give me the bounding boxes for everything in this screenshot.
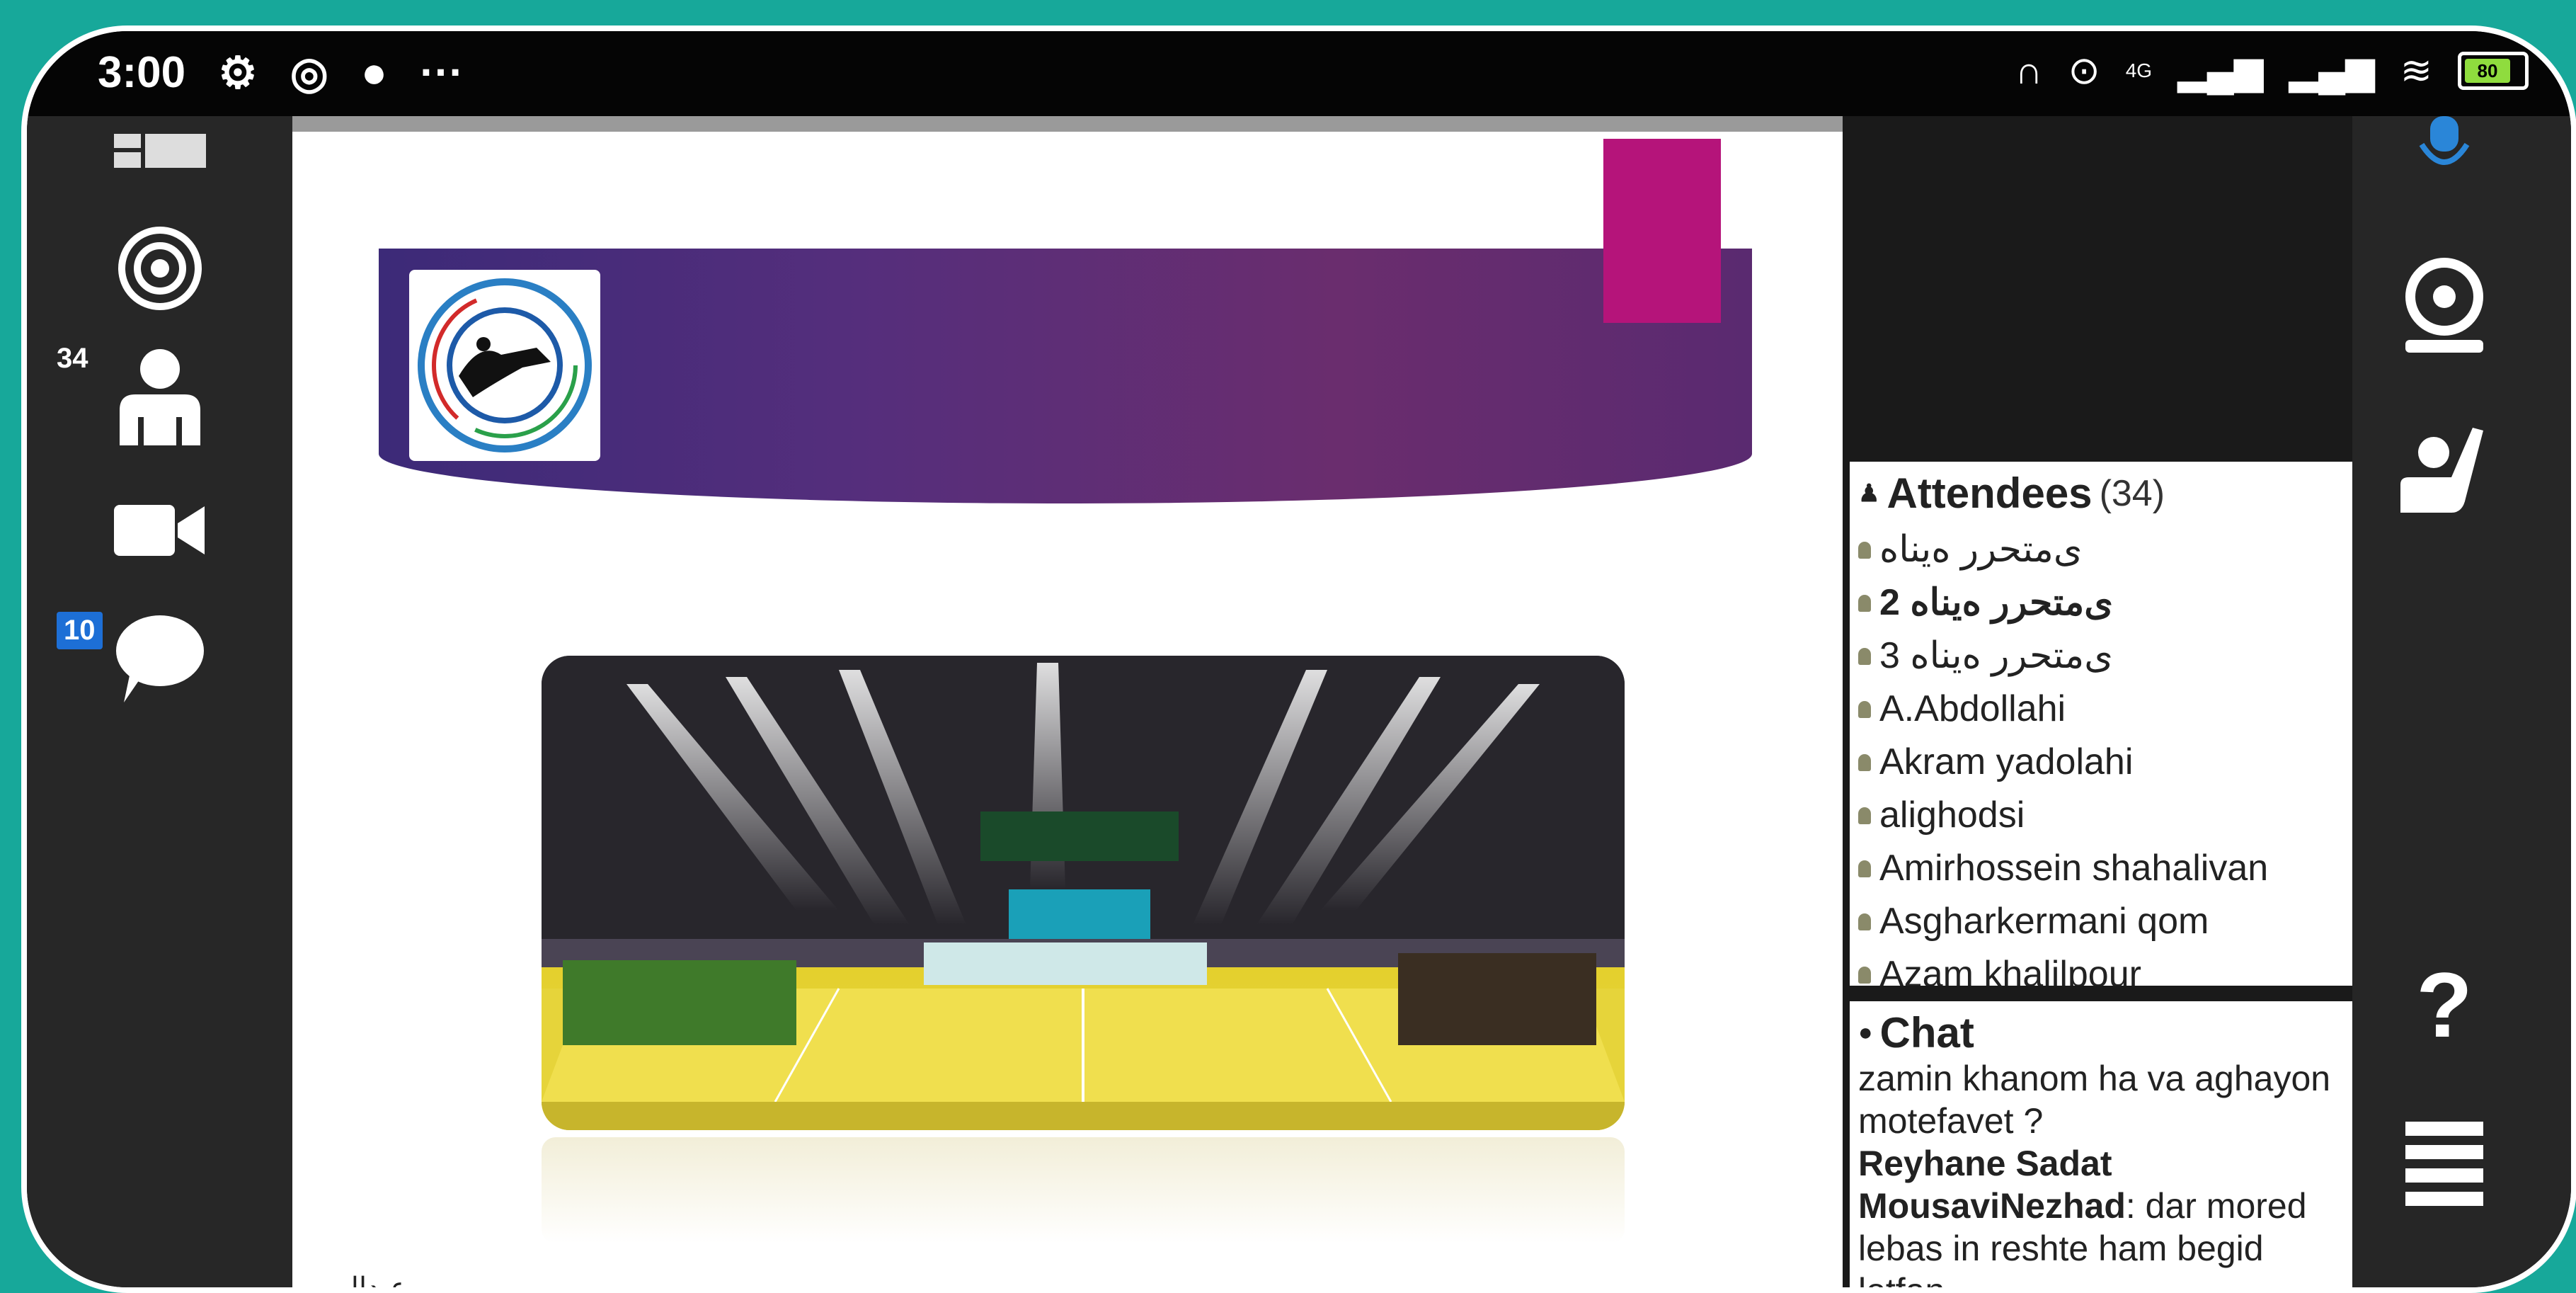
attendee-item[interactable]: ی‌متحرر ه‌یناه 2 bbox=[1858, 576, 2344, 630]
attendee-name: A.Abdollahi bbox=[1879, 688, 2066, 729]
phone-screen: 3:00 ⚙ ◎ ● ··· ∩ ⊙ 4G ▂▄▆ ▂▄▆ ≋ 80 34 10… bbox=[21, 25, 2576, 1293]
slide-accent-block bbox=[1603, 139, 1721, 323]
attendee-item[interactable]: Amirhossein shahalivan bbox=[1858, 842, 2344, 895]
chat-panel: ● Chat zamin khanom ha va aghayon motefa… bbox=[1850, 1001, 2352, 1287]
chat-unread-badge: 10 bbox=[57, 612, 103, 649]
right-toolbar: ? bbox=[2352, 116, 2571, 1287]
chat-bubble-icon bbox=[115, 615, 204, 702]
attendee-name: Akram yadolahi bbox=[1879, 741, 2134, 782]
attendees-title: Attendees bbox=[1887, 469, 2093, 517]
wifi-icon: ≋ bbox=[2400, 50, 2432, 92]
attendees-header: ♟ Attendees (34) bbox=[1850, 462, 2352, 518]
attendee-name: Asgharkermani qom bbox=[1879, 901, 2209, 942]
microphone-icon bbox=[2419, 116, 2470, 165]
kabaddi-arena-photo bbox=[542, 656, 1625, 1130]
presentation-slide: عبدالهي bbox=[292, 116, 1843, 1293]
attendee-name: Azam khalilpour bbox=[1879, 954, 2141, 986]
more-notifications: ··· bbox=[420, 48, 464, 97]
attendees-panel: ♟ Attendees (34) ی‌متحرر ه‌یناه ی‌متحرر … bbox=[1850, 462, 2352, 986]
battery-icon: 80 bbox=[2458, 51, 2529, 90]
attendee-name: ی‌متحرر ه‌یناه 3 bbox=[1879, 635, 2113, 676]
battery-level: 80 bbox=[2465, 58, 2510, 83]
person-icon bbox=[1858, 807, 1871, 824]
chat-header-icon: ● bbox=[1858, 1019, 1873, 1046]
status-time: 3:00 bbox=[98, 48, 186, 97]
status-bar: 3:00 ⚙ ◎ ● ··· ∩ ⊙ 4G ▂▄▆ ▂▄▆ ≋ 80 bbox=[27, 31, 2571, 116]
arena-illustration bbox=[542, 656, 1625, 1130]
person-icon bbox=[1858, 966, 1871, 984]
hamburger-menu-icon bbox=[2405, 1122, 2483, 1206]
photo-reflection bbox=[542, 1137, 1625, 1243]
side-panels: ♟ Attendees (34) ی‌متحرر ه‌یناه ی‌متحرر … bbox=[1843, 116, 2352, 1287]
attendee-item[interactable]: ی‌متحرر ه‌یناه bbox=[1858, 523, 2344, 576]
chat-sender: Reyhane Sadat MousaviNezhad bbox=[1858, 1144, 2126, 1226]
user-icon bbox=[119, 349, 200, 445]
signal-icon: ▂▄▆ bbox=[2177, 50, 2264, 92]
person-icon bbox=[1858, 594, 1871, 612]
layout-icon bbox=[113, 134, 206, 168]
video-camera-icon bbox=[113, 505, 205, 556]
attendees-count: (34) bbox=[2099, 472, 2165, 514]
whatsapp-icon: ◎ bbox=[290, 49, 328, 98]
attendee-item[interactable]: alighodsi bbox=[1858, 789, 2344, 842]
menu-button[interactable] bbox=[2352, 1122, 2536, 1221]
attendees-count-badge: 34 bbox=[57, 343, 88, 374]
chat-message: zamin khanom ha va aghayon motefavet ? bbox=[1858, 1059, 2331, 1141]
webcam-icon bbox=[2405, 258, 2483, 353]
slide-footer-text: عبدالهي bbox=[314, 1272, 408, 1293]
attendee-name: Amirhossein shahalivan bbox=[1879, 848, 2269, 889]
attendee-item[interactable]: Asgharkermani qom bbox=[1858, 895, 2344, 948]
raise-hand-button[interactable] bbox=[2352, 414, 2536, 520]
phone-icon: ● bbox=[360, 48, 388, 97]
person-icon bbox=[1858, 860, 1871, 877]
attendee-item[interactable]: ی‌متحرر ه‌یناه 3 bbox=[1858, 630, 2344, 683]
attendee-item[interactable]: A.Abdollahi bbox=[1858, 683, 2344, 736]
left-toolbar: 34 10 bbox=[27, 116, 292, 1287]
attendees-header-icon: ♟ bbox=[1858, 479, 1880, 507]
alarm-icon: ⊙ bbox=[2068, 50, 2100, 92]
signal-icon-2: ▂▄▆ bbox=[2289, 50, 2375, 92]
broadcast-button[interactable] bbox=[27, 222, 292, 314]
chat-title: Chat bbox=[1879, 1009, 1974, 1056]
chat-button[interactable]: 10 bbox=[27, 605, 292, 711]
person-icon bbox=[1858, 541, 1871, 559]
settings-icon: ⚙ bbox=[218, 49, 258, 98]
attendees-button[interactable]: 34 bbox=[27, 343, 292, 449]
attendee-name: ی‌متحرر ه‌یناه 2 bbox=[1879, 582, 2113, 623]
microphone-button[interactable] bbox=[2352, 116, 2536, 180]
raise-hand-icon bbox=[2400, 428, 2483, 513]
person-icon bbox=[1858, 647, 1871, 665]
network-type: 4G bbox=[2125, 59, 2153, 81]
attendee-item[interactable]: Azam khalilpour bbox=[1858, 948, 2344, 986]
chat-header: ● Chat bbox=[1850, 1001, 2352, 1057]
person-icon bbox=[1858, 913, 1871, 930]
federation-logo bbox=[409, 270, 600, 461]
camera-button[interactable] bbox=[27, 491, 292, 569]
layout-toggle-button[interactable] bbox=[27, 130, 292, 173]
attendee-item[interactable]: Akram yadolahi bbox=[1858, 736, 2344, 789]
headset-icon: ∩ bbox=[2015, 49, 2043, 92]
webcam-button[interactable] bbox=[2352, 258, 2536, 357]
chat-messages: zamin khanom ha va aghayon motefavet ? R… bbox=[1850, 1057, 2352, 1287]
person-icon bbox=[1858, 700, 1871, 718]
attendee-list: ی‌متحرر ه‌یناه ی‌متحرر ه‌یناه 2 ی‌متحرر … bbox=[1850, 518, 2352, 986]
help-button[interactable]: ? bbox=[2352, 952, 2536, 1056]
chat-message: Reyhane Sadat MousaviNezhad: dar mored l… bbox=[1858, 1142, 2344, 1287]
kabaddi-logo-icon bbox=[418, 278, 592, 452]
target-icon bbox=[118, 227, 202, 310]
attendee-name: ی‌متحرر ه‌یناه bbox=[1879, 529, 2083, 570]
person-icon bbox=[1858, 753, 1871, 771]
attendee-name: alighodsi bbox=[1879, 794, 2025, 836]
